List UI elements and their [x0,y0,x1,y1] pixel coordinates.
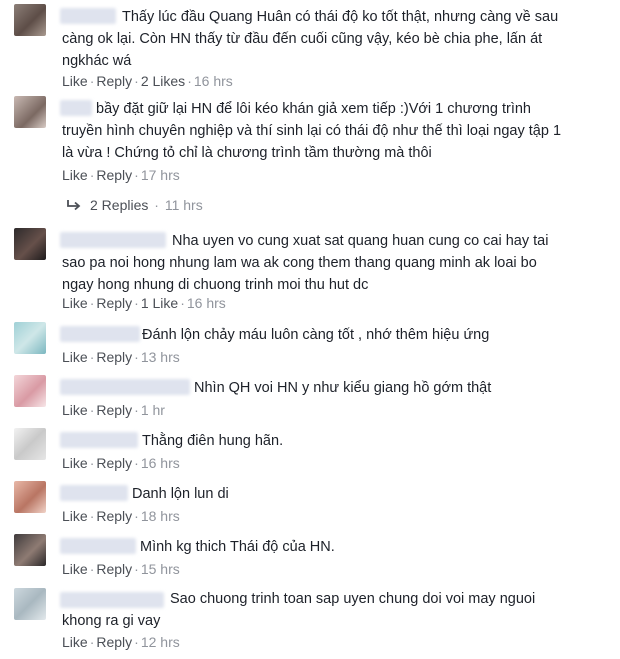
reply-link[interactable]: Reply [96,73,132,89]
likes-count[interactable]: 1 Like [141,295,178,311]
avatar[interactable] [14,588,46,620]
comment-feed: Thấy lúc đầu Quang Huân có thái độ ko tố… [0,0,620,659]
reply-link[interactable]: Reply [96,455,132,471]
comment-actions: Like · Reply · 16 hrs [62,455,180,471]
reply-link[interactable]: Reply [96,402,132,418]
comment-text: Thấy lúc đầu Quang Huân có thái độ ko tố… [62,9,559,69]
like-link[interactable]: Like [62,508,88,524]
like-link[interactable]: Like [62,167,88,183]
timestamp[interactable]: 16 hrs [187,295,226,311]
reply-arrow-icon [67,200,81,211]
like-link[interactable]: Like [62,295,88,311]
like-link[interactable]: Like [62,634,88,650]
avatar[interactable] [14,228,46,260]
reply-link[interactable]: Reply [96,634,132,650]
timestamp[interactable]: 15 hrs [141,561,180,577]
timestamp[interactable]: 1 hr [141,402,165,418]
comment-text: bầy đặt giữ lại HN để lôi kéo khán giả x… [62,101,562,161]
comment-actions: Like · Reply · 15 hrs [62,561,180,577]
timestamp[interactable]: 16 hrs [194,73,233,89]
timestamp[interactable]: 16 hrs [141,455,180,471]
comment-actions: Like · Reply · 17 hrs [62,167,180,183]
reply-link[interactable]: Reply [96,349,132,365]
timestamp[interactable]: 18 hrs [141,508,180,524]
comment-actions: Like · Reply · 1 Like · 16 hrs [62,295,226,311]
timestamp[interactable]: 12 hrs [141,634,180,650]
likes-count[interactable]: 2 Likes [141,73,185,89]
like-link[interactable]: Like [62,73,88,89]
avatar[interactable] [14,375,46,407]
comment-actions: Like · Reply · 13 hrs [62,349,180,365]
replies-timestamp[interactable]: 11 hrs [165,197,203,213]
comment-actions: Like · Reply · 1 hr [62,402,165,418]
timestamp[interactable]: 17 hrs [141,167,180,183]
timestamp[interactable]: 13 hrs [141,349,180,365]
like-link[interactable]: Like [62,561,88,577]
comment-text: Danh lộn lun di [132,486,229,502]
replies-count[interactable]: 2 Replies [90,197,148,213]
comment-actions: Like · Reply · 18 hrs [62,508,180,524]
comment-actions: Like · Reply · 2 Likes · 16 hrs [62,73,233,89]
like-link[interactable]: Like [62,402,88,418]
avatar[interactable] [14,4,46,36]
comment-text: Đánh lộn chảy máu luôn càng tốt , nhớ th… [142,327,490,343]
avatar[interactable] [14,534,46,566]
view-replies[interactable]: 2 Replies · 11 hrs [66,196,203,214]
reply-link[interactable]: Reply [96,508,132,524]
comment-text: Nha uyen vo cung xuat sat quang huan cun… [62,233,549,293]
comment-text: Thằng điên hung hãn. [142,433,284,449]
comment-text: Nhìn QH voi HN y như kiểu giang hồ gớm t… [194,380,492,396]
like-link[interactable]: Like [62,455,88,471]
like-link[interactable]: Like [62,349,88,365]
reply-link[interactable]: Reply [96,295,132,311]
comment-text: Mình kg thich Thái độ của HN. [140,539,335,555]
comment-text: Sao chuong trinh toan sap uyen chung doi… [62,591,536,629]
avatar[interactable] [14,428,46,460]
reply-link[interactable]: Reply [96,167,132,183]
avatar[interactable] [14,96,46,128]
reply-link[interactable]: Reply [96,561,132,577]
comment-actions: Like · Reply · 12 hrs [62,634,180,650]
avatar[interactable] [14,322,46,354]
avatar[interactable] [14,481,46,513]
